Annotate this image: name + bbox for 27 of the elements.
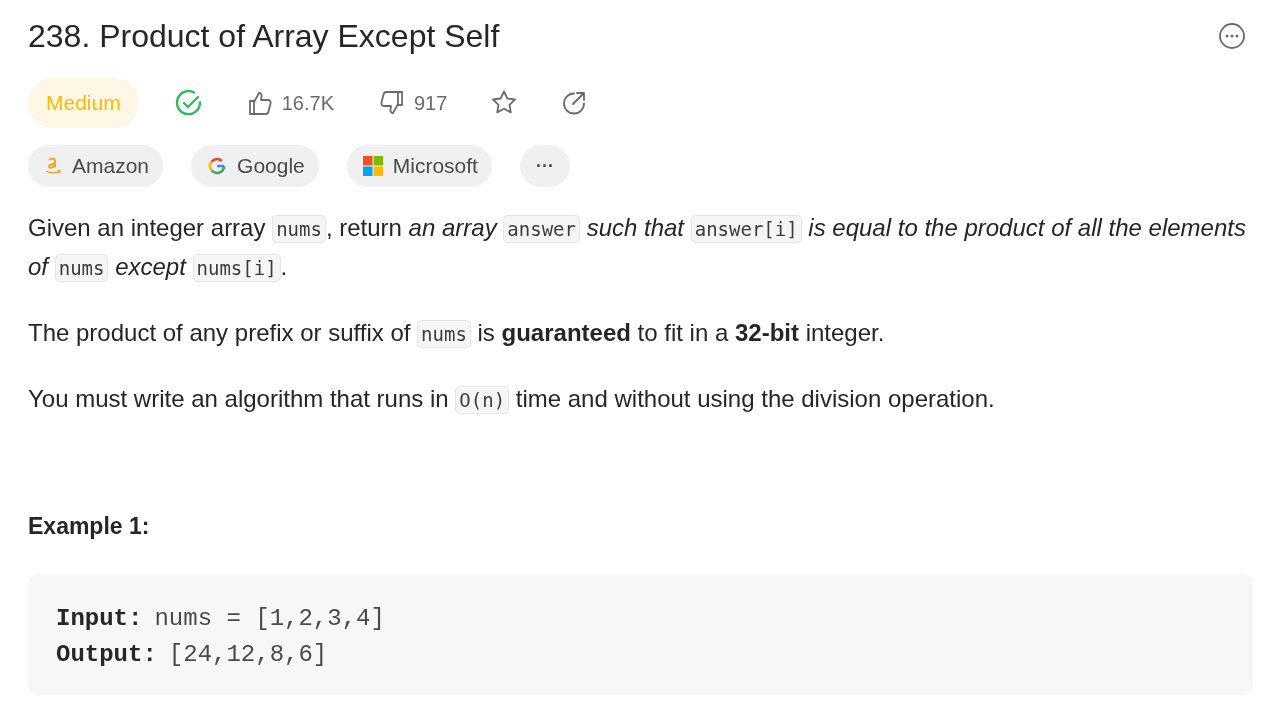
- example-label: Input:: [56, 603, 143, 634]
- example-value: [24,12,8,6]: [168, 639, 328, 670]
- inline-code: O(n): [455, 386, 510, 414]
- problem-title: 238. Product of Array Except Self: [28, 17, 500, 56]
- google-logo-icon: [207, 156, 228, 176]
- description-paragraph: The product of any prefix or suffix of nums is guaranteed to fit in a 32-bit integer.: [28, 318, 886, 350]
- more-companies-button[interactable]: ···: [519, 145, 570, 187]
- inline-code: nums: [417, 320, 471, 348]
- dislike-button[interactable]: 917: [377, 88, 448, 118]
- like-button[interactable]: 16.7K: [245, 88, 334, 118]
- inline-code: nums[i]: [192, 254, 281, 282]
- company-tag[interactable]: Amazon: [28, 145, 164, 187]
- example-heading: Example 1:: [28, 512, 151, 541]
- company-tag[interactable]: Microsoft: [346, 145, 492, 187]
- inline-code: nums: [272, 215, 326, 243]
- microsoft-logo-icon: [362, 156, 383, 176]
- example-value: nums = [1,2,3,4]: [154, 603, 385, 634]
- more-options-icon[interactable]: [1218, 22, 1246, 50]
- description-paragraph: Given an integer array nums , return an array answer such that answer[i] is equal to the product of all the elements of nums except nums[i] .: [28, 213, 1247, 284]
- inline-code: answer[i]: [690, 215, 802, 243]
- inline-code: answer: [503, 215, 580, 243]
- inline-code: nums: [54, 254, 109, 282]
- example-label: Output:: [56, 639, 157, 670]
- company-tag[interactable]: Google: [191, 145, 319, 187]
- amazon-logo-icon: [44, 156, 62, 176]
- difficulty-badge: Medium: [28, 78, 139, 128]
- description-paragraph: You must write an algorithm that runs in O(n) time and without using the division operation.: [28, 384, 996, 416]
